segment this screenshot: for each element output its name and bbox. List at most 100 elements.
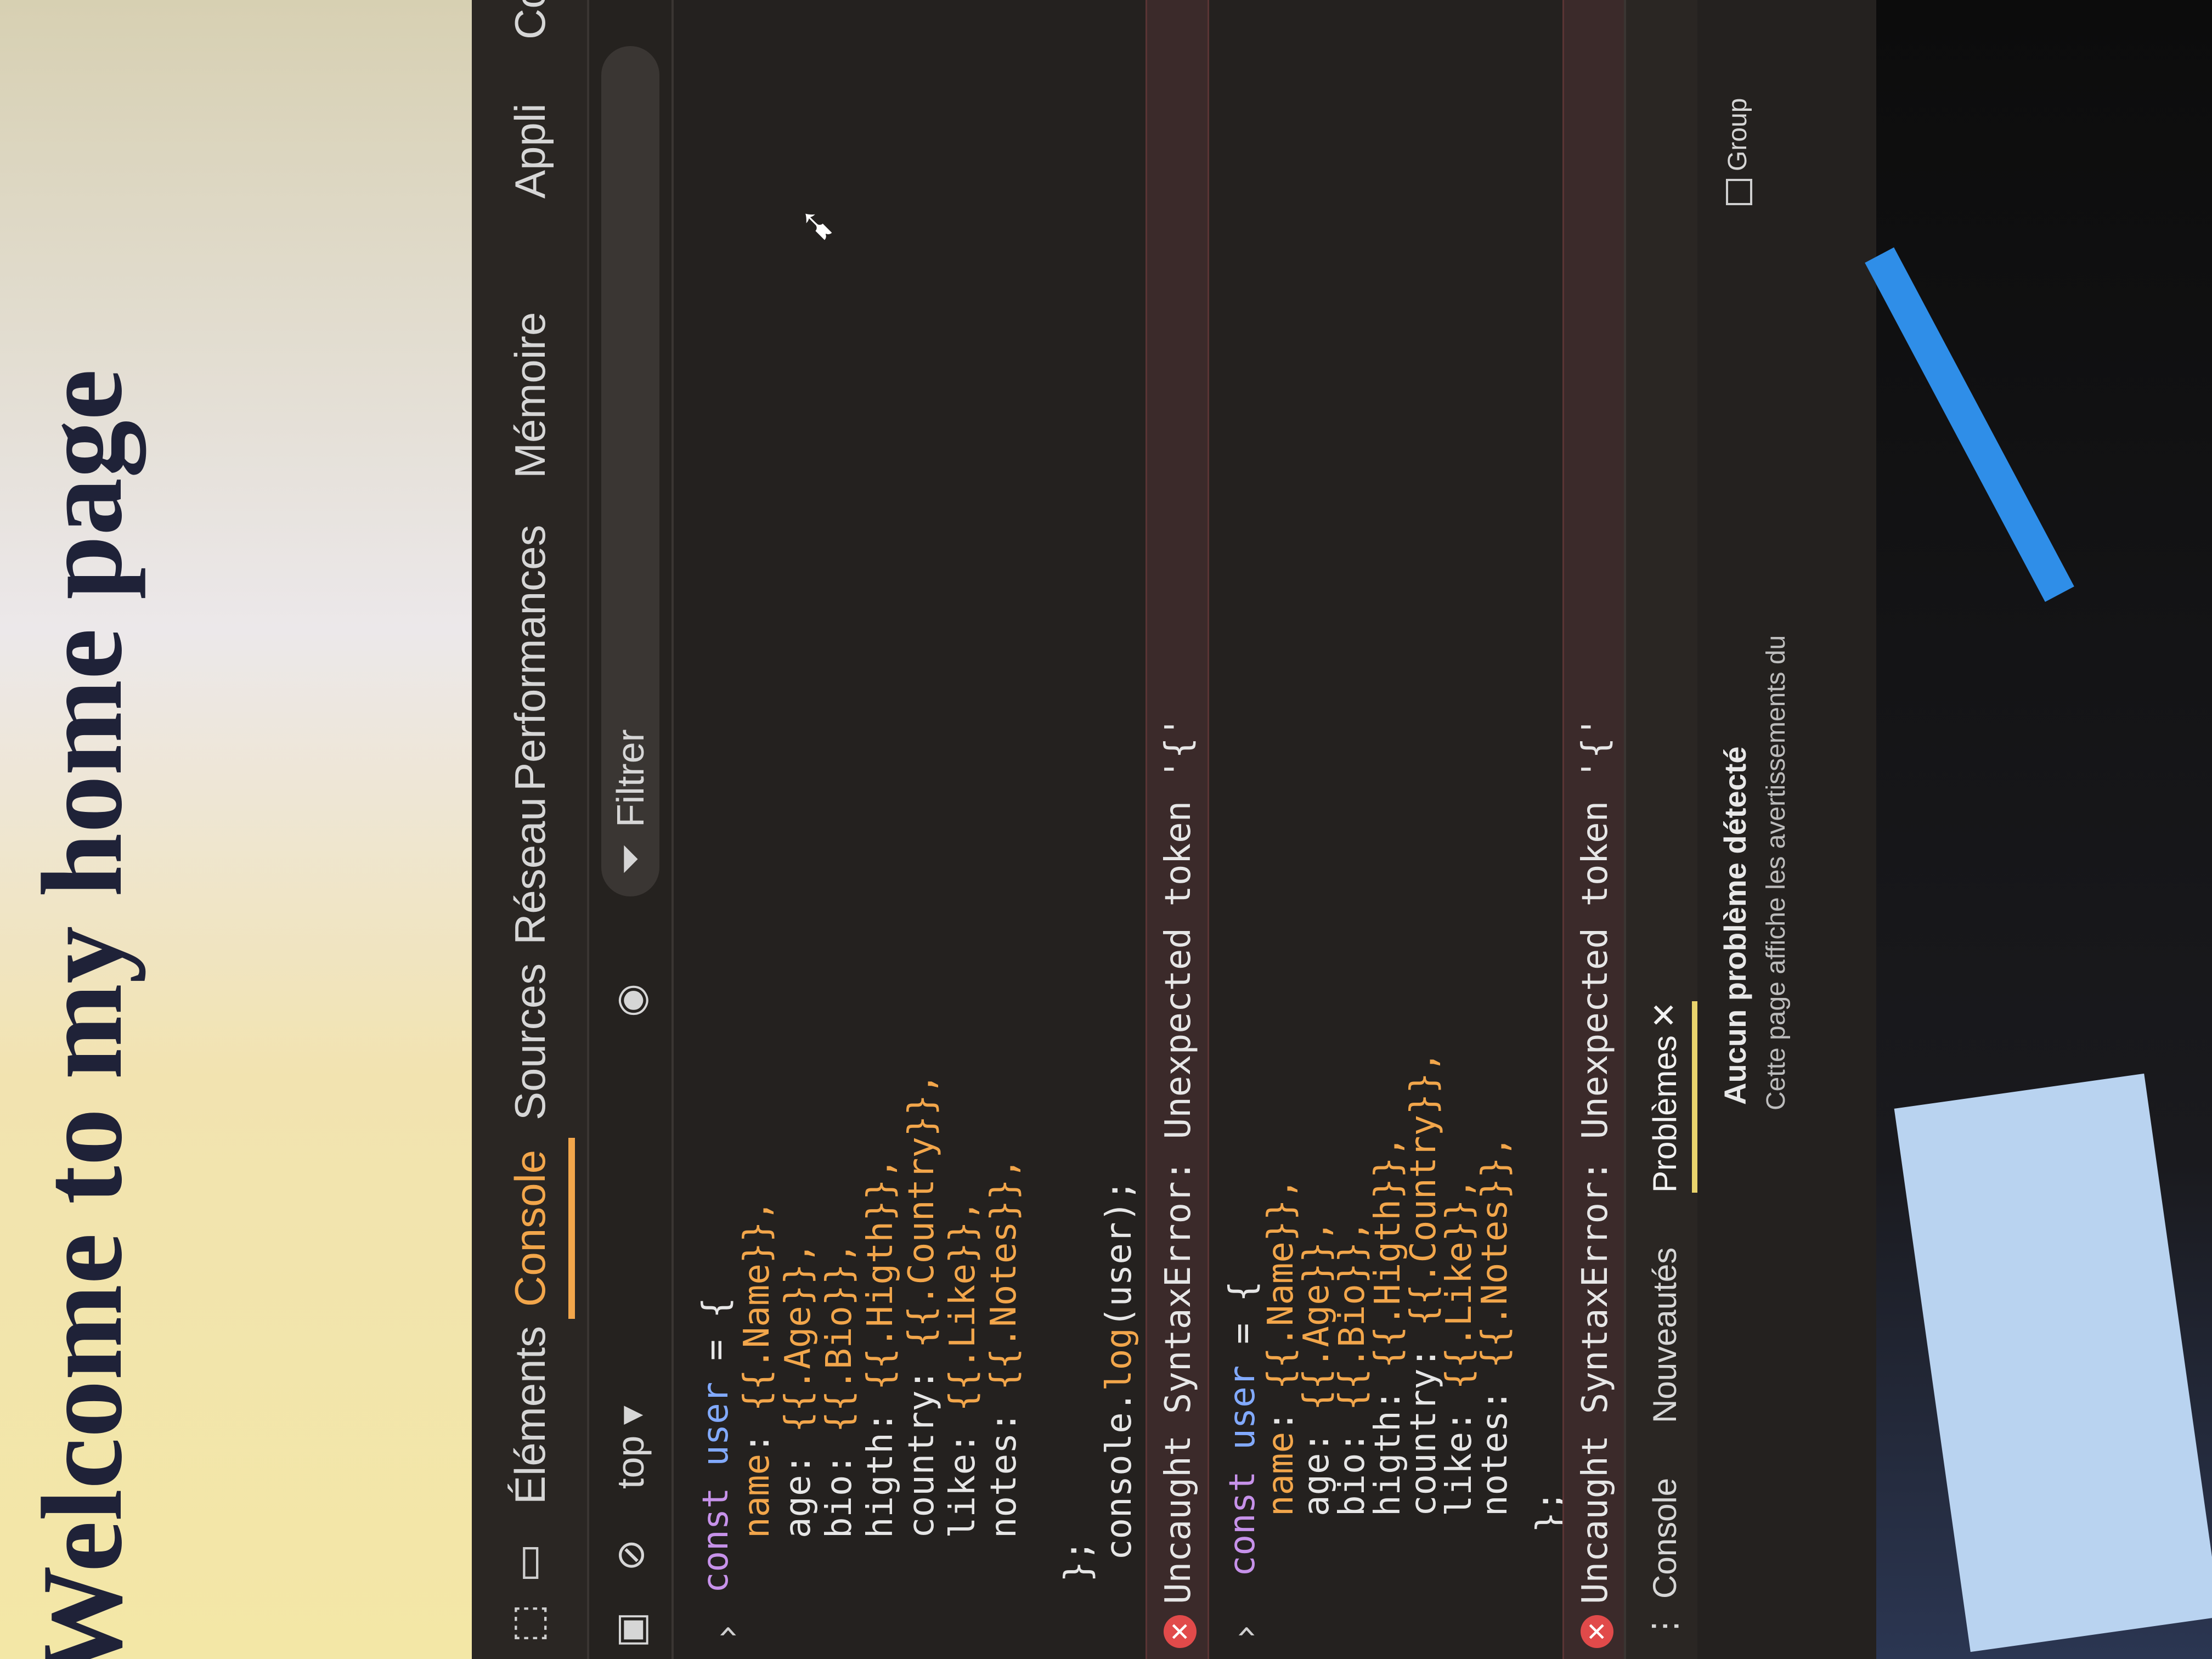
code-line: bio: {{.Bio}},	[819, 1242, 860, 1538]
code-text: console.	[1099, 1391, 1139, 1560]
code-line: notes: {{.Notes}},	[984, 1158, 1024, 1538]
group-checkbox[interactable]: Group	[1723, 98, 1753, 205]
inspect-icon[interactable]: ⬚	[502, 1599, 551, 1648]
code-value: {{.Bio}},	[819, 1242, 860, 1433]
code-key: like	[943, 1453, 983, 1538]
drawer-tab-console[interactable]: Console	[1637, 1478, 1692, 1599]
devtools-tabbar: ⬚ ▭ Éléments Console Sources Réseau Perf…	[472, 0, 589, 1659]
code-value: {{.Name}},	[737, 1200, 777, 1412]
issues-subtitle: Cette page affiche les avertissements du	[1762, 635, 1791, 1110]
code-variable: user	[1222, 1365, 1263, 1450]
code-value: {{.Age}},	[1296, 1220, 1337, 1411]
issues-title: Aucun problème détecté	[1718, 746, 1752, 1105]
code-key: age	[778, 1475, 819, 1538]
error-icon: ✕	[1581, 1615, 1614, 1648]
group-label: Group	[1723, 98, 1752, 171]
tab-performance[interactable]: Performances	[492, 512, 568, 803]
device-icon[interactable]: ▭	[502, 1538, 551, 1588]
code-text: (user);	[1099, 1180, 1139, 1328]
close-icon[interactable]: ✕	[1645, 1001, 1684, 1029]
code-key: notes	[984, 1432, 1024, 1538]
code-value: {{.Country}},	[901, 1073, 942, 1348]
code-key: like	[1439, 1431, 1480, 1516]
code-keyword: const	[696, 1487, 736, 1593]
code-value: {{.Notes}},	[984, 1158, 1024, 1391]
console-output: › const user = { name: {{.Name}}, age: {…	[674, 0, 1626, 1659]
devtools-panel: ⬚ ▭ Éléments Console Sources Réseau Perf…	[472, 0, 1876, 1659]
drawer-tab-whats-new[interactable]: Nouveautés	[1637, 1248, 1692, 1423]
tab-network[interactable]: Réseau	[492, 785, 568, 957]
chevron-icon[interactable]: ›	[707, 1621, 747, 1643]
code-key: higth	[860, 1432, 901, 1538]
code-key: higth	[1368, 1410, 1408, 1516]
drawer-tab-issues[interactable]: Problèmes ✕	[1637, 1001, 1697, 1193]
code-line: country: {{.Country}},	[901, 1073, 942, 1538]
filter-placeholder: Filtrer	[609, 729, 652, 827]
error-icon: ✕	[1164, 1615, 1197, 1648]
sidebar-icon[interactable]: ▣	[603, 1612, 658, 1648]
code-value: {{.Like}},	[1439, 1178, 1480, 1390]
tab-application[interactable]: Appli	[492, 92, 568, 211]
chevron-icon[interactable]: ›	[1225, 1621, 1266, 1643]
code-line: bio: {{.Bio}},	[1332, 1220, 1373, 1516]
drawer-tabbar: ⋮ Console Nouveautés Problèmes ✕	[1624, 0, 1697, 1659]
code-line: like: {{.Like}},	[943, 1200, 983, 1539]
code-function: log	[1099, 1328, 1139, 1391]
code-key: bio	[1332, 1453, 1373, 1516]
code-text: = {	[696, 1297, 736, 1382]
eye-icon[interactable]: ◉	[603, 984, 658, 1017]
tab-sources[interactable]: Sources	[492, 951, 568, 1132]
tab-console[interactable]: Console	[492, 1137, 575, 1319]
code-line: console.log(user);	[1099, 1180, 1139, 1560]
code-keyword: const	[1222, 1471, 1263, 1577]
web-page: Welcome to my home page	[0, 0, 472, 1659]
code-key: age	[1296, 1453, 1337, 1516]
code-value: {{.Notes}},	[1475, 1136, 1515, 1369]
code-line: };	[1058, 1539, 1098, 1582]
filter-icon: ⏷	[608, 844, 651, 874]
code-value: {{.Country}},	[1403, 1051, 1444, 1327]
code-line: like: {{.Like}},	[1439, 1178, 1480, 1517]
filter-input[interactable]: ⏷ Filtrer	[601, 46, 659, 896]
code-variable: user	[696, 1381, 736, 1466]
code-key: notes	[1475, 1410, 1515, 1516]
tab-memory[interactable]: Mémoire	[492, 300, 568, 490]
clear-icon[interactable]: ⊘	[603, 1539, 658, 1571]
code-value: {{.Like}},	[943, 1200, 983, 1412]
code-key: bio	[819, 1475, 860, 1538]
code-line: notes: {{.Notes}},	[1475, 1136, 1515, 1516]
error-message-line: ✕ Uncaught SyntaxError: Unexpected token …	[1575, 716, 1616, 1648]
code-value: {{.Name}},	[1261, 1178, 1301, 1390]
tab-more[interactable]: Co	[492, 0, 568, 52]
code-key: country	[1403, 1368, 1444, 1516]
page-heading: Welcome to my home page	[19, 369, 146, 1659]
code-key: name	[1261, 1431, 1301, 1516]
error-message: Uncaught SyntaxError: Unexpected token '…	[1158, 716, 1199, 1604]
more-icon[interactable]: ⋮	[1637, 1610, 1692, 1643]
code-line: const user = {	[1222, 1281, 1263, 1577]
code-line: country: {{.Country}},	[1403, 1051, 1444, 1516]
checkbox-icon	[1726, 179, 1753, 205]
code-line: higth: {{.Higth}},	[860, 1158, 901, 1538]
error-row[interactable]: ✕ Uncaught SyntaxError: Unexpected token …	[1146, 0, 1209, 1659]
error-message: Uncaught SyntaxError: Unexpected token '…	[1575, 716, 1616, 1604]
code-key: name	[737, 1453, 777, 1538]
context-select[interactable]: top ▾	[603, 1406, 658, 1489]
code-text: = {	[1222, 1280, 1263, 1365]
code-key: country	[901, 1390, 942, 1538]
code-value: {{.Age}},	[778, 1242, 819, 1433]
issues-panel: Aucun problème détecté Cette page affich…	[1701, 0, 1876, 1659]
code-line: age: {{.Age}},	[778, 1242, 819, 1538]
error-row[interactable]: ✕ Uncaught SyntaxError: Unexpected token …	[1562, 0, 1626, 1659]
tab-elements[interactable]: Éléments	[492, 1314, 568, 1516]
code-line: age: {{.Age}},	[1296, 1220, 1337, 1516]
code-value: {{.Bio}},	[1332, 1220, 1373, 1411]
code-line: name: {{.Name}},	[1261, 1178, 1301, 1517]
screen: Welcome to my home page ⬚ ▭ Éléments Con…	[0, 0, 2212, 1659]
error-message-line: ✕ Uncaught SyntaxError: Unexpected token …	[1158, 716, 1199, 1648]
drawer-tab-issues-label: Problèmes	[1646, 1035, 1683, 1193]
cursor-icon: ➹	[790, 206, 841, 244]
code-line: name: {{.Name}},	[737, 1200, 777, 1539]
code-line: higth: {{.Higth}},	[1368, 1136, 1408, 1516]
code-value: {{.Higth}},	[1368, 1136, 1408, 1369]
